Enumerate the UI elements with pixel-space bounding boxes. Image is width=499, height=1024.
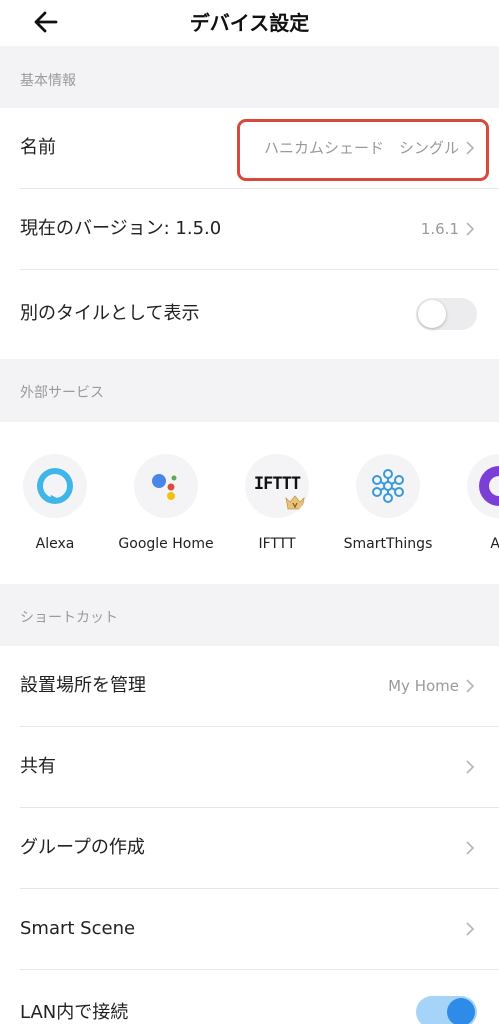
chevron-right-icon <box>466 760 475 774</box>
service-ifttt[interactable]: IFTTT IFTTT <box>222 454 332 552</box>
separate-tile-toggle[interactable] <box>416 298 477 330</box>
ifttt-icon: IFTTT <box>245 454 309 518</box>
alexa-icon <box>23 454 87 518</box>
smartthings-icon <box>356 454 420 518</box>
separate-tile-label: 別のタイルとして表示 <box>20 303 200 324</box>
version-value: 1.6.1 <box>420 220 459 238</box>
location-value: My Home <box>388 677 459 695</box>
chevron-right-icon <box>466 841 475 855</box>
service-label: SmartThings <box>343 536 433 552</box>
ifttt-logo-text: IFTTT <box>253 474 301 494</box>
section-header-basic: 基本情報 <box>0 46 499 108</box>
section-header-shortcut: ショートカット <box>0 584 499 646</box>
manage-location-label: 設置場所を管理 <box>20 675 146 696</box>
section-header-external: 外部サービス <box>0 359 499 422</box>
smart-scene-row[interactable]: Smart Scene <box>0 889 499 969</box>
page-title: デバイス設定 <box>189 11 310 35</box>
lan-connect-toggle[interactable] <box>416 996 477 1024</box>
service-label: Alexa <box>35 536 75 552</box>
separate-tile-row: 別のタイルとして表示 <box>0 270 499 358</box>
service-alexa[interactable]: Alexa <box>0 454 110 552</box>
version-label: 現在のバージョン: 1.5.0 <box>20 218 222 239</box>
service-smartthings[interactable]: SmartThings <box>333 454 443 552</box>
service-label: Google Home <box>118 536 214 552</box>
alice-icon <box>467 454 499 518</box>
crown-icon <box>285 495 305 510</box>
name-label: 名前 <box>20 137 56 158</box>
toggle-knob <box>447 998 475 1024</box>
google-assistant-icon <box>134 454 198 518</box>
app-header: デバイス設定 <box>0 0 499 46</box>
chevron-right-icon <box>466 922 475 936</box>
share-label: 共有 <box>20 756 56 777</box>
lan-connect-label: LAN内で接続 <box>20 1002 129 1023</box>
service-alice[interactable]: Ali <box>444 454 499 552</box>
chevron-right-icon <box>466 222 475 236</box>
service-label: IFTTT <box>258 536 296 552</box>
create-group-label: グループの作成 <box>20 837 145 858</box>
version-row[interactable]: 現在のバージョン: 1.5.0 1.6.1 <box>0 189 499 269</box>
chevron-right-icon <box>466 679 475 693</box>
service-google-home[interactable]: Google Home <box>111 454 221 552</box>
service-label: Ali <box>490 536 499 552</box>
manage-location-row[interactable]: 設置場所を管理 My Home <box>0 646 499 726</box>
lan-connect-row: LAN内で接続 <box>0 970 499 1024</box>
external-services-list: Alexa Google Home IFTTT IFTTT SmartThing… <box>0 422 499 584</box>
toggle-knob <box>418 300 446 328</box>
highlight-box <box>237 119 489 181</box>
share-row[interactable]: 共有 <box>0 727 499 807</box>
create-group-row[interactable]: グループの作成 <box>0 808 499 888</box>
smart-scene-label: Smart Scene <box>20 918 136 939</box>
